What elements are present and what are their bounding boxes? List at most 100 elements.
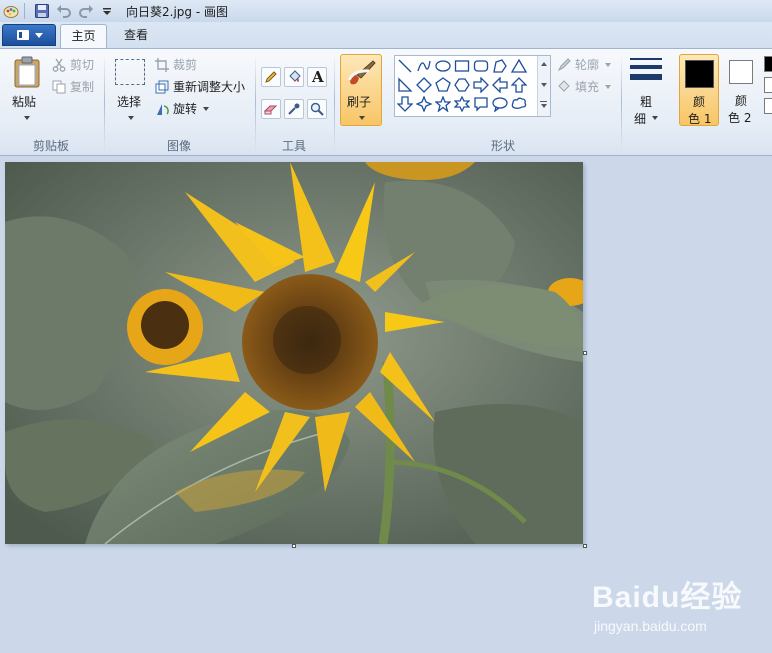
group-divider (255, 55, 256, 151)
tools-group-label: 工具 (282, 139, 307, 153)
select-marquee-icon[interactable] (115, 59, 145, 85)
copy-label: 复制 (70, 80, 95, 94)
undo-icon[interactable] (56, 3, 72, 19)
sunflower-image-canvas[interactable] (5, 162, 583, 544)
pentagon-shape-icon[interactable] (435, 77, 451, 93)
four-point-star-shape-icon[interactable] (416, 96, 432, 112)
outline-dropdown-icon (605, 63, 611, 67)
palette-swatch-white[interactable] (764, 77, 772, 93)
up-arrow-shape-icon[interactable] (511, 77, 527, 93)
crop-icon (155, 58, 169, 72)
rotate-dropdown-icon (203, 107, 209, 111)
group-divider (334, 55, 335, 151)
rotate-icon (157, 104, 169, 115)
color1-label-line1: 颜 (693, 95, 706, 109)
group-divider (104, 55, 105, 151)
pencil-button[interactable] (261, 67, 281, 87)
eraser-icon (264, 105, 278, 115)
cut-label: 剪切 (70, 58, 95, 72)
paste-icon[interactable] (13, 56, 41, 88)
right-arrow-shape-icon[interactable] (473, 77, 489, 93)
group-divider (621, 55, 622, 151)
five-point-star-shape-icon[interactable] (435, 96, 451, 112)
select-dropdown-icon[interactable] (128, 116, 134, 120)
brushes-label: 刷子 (347, 95, 372, 109)
line-width-icon (630, 58, 662, 80)
cloud-callout-shape-icon[interactable] (511, 96, 527, 112)
six-point-star-shape-icon[interactable] (454, 96, 470, 112)
color2-button[interactable]: 颜 色 2 (722, 54, 762, 126)
rectangle-shape-icon[interactable] (454, 58, 470, 74)
ribbon: 粘贴 剪切 复制 剪贴板 选择 裁剪 重新调整大小 旋转 图像 A 工具 刷子 … (0, 48, 772, 156)
fill-label: 填充 (575, 80, 600, 94)
resize-handle-corner[interactable] (583, 544, 587, 548)
baidu-watermark-logo: Baidu经验 (592, 581, 743, 614)
size-label-line2: 细 (634, 112, 647, 126)
color1-swatch (685, 60, 714, 88)
size-label-line1: 粗 (640, 95, 653, 109)
gallery-expand-icon[interactable] (541, 104, 547, 108)
brushes-button[interactable]: 刷子 (340, 54, 382, 126)
oval-shape-icon[interactable] (435, 58, 451, 74)
scissors-icon (52, 58, 66, 72)
fill-dropdown-icon (605, 85, 611, 89)
brushes-dropdown-icon (359, 116, 365, 120)
paint-app-icon[interactable] (3, 3, 19, 19)
color1-label-line2: 色 1 (688, 112, 712, 126)
triangle-shape-icon[interactable] (511, 58, 527, 74)
oval-callout-shape-icon[interactable] (492, 96, 508, 112)
chevron-down-icon (35, 33, 43, 38)
rounded-rectangle-shape-icon[interactable] (473, 58, 489, 74)
paste-button[interactable]: 粘贴 (12, 93, 36, 110)
diamond-shape-icon[interactable] (416, 77, 432, 93)
window-title: 向日葵2.jpg - 画图 (126, 5, 228, 19)
hexagon-shape-icon[interactable] (454, 77, 470, 93)
down-arrow-shape-icon[interactable] (397, 96, 413, 112)
fill-bucket-icon (558, 80, 570, 92)
shapes-gallery-scroller[interactable] (537, 56, 550, 116)
outline-brush-icon (557, 58, 571, 72)
save-icon[interactable] (34, 3, 50, 19)
color1-button[interactable]: 颜 色 1 (679, 54, 719, 126)
polygon-shape-icon[interactable] (492, 58, 508, 74)
shapes-gallery (394, 55, 551, 117)
scroll-up-icon[interactable] (541, 62, 547, 66)
redo-icon[interactable] (78, 3, 94, 19)
magnifier-icon (310, 102, 324, 116)
brush-icon (347, 60, 376, 85)
shapes-group-label: 形状 (491, 139, 516, 153)
text-button[interactable]: A (307, 67, 327, 87)
outline-label: 轮廓 (575, 58, 600, 72)
resize-icon (155, 80, 169, 94)
eyedropper-icon (288, 103, 300, 115)
paint-menu-button[interactable] (2, 24, 56, 46)
copy-icon (52, 80, 66, 94)
fill-button[interactable] (284, 67, 304, 87)
resize-handle-right[interactable] (583, 351, 587, 355)
right-triangle-shape-icon[interactable] (397, 77, 413, 93)
palette-swatch-black[interactable] (764, 56, 772, 72)
rounded-callout-shape-icon[interactable] (473, 96, 489, 112)
tab-home[interactable]: 主页 (60, 24, 107, 48)
scroll-down-icon[interactable] (541, 83, 547, 87)
paste-dropdown-icon[interactable] (24, 116, 30, 120)
rotate-label: 旋转 (173, 102, 198, 116)
select-button[interactable]: 选择 (117, 93, 141, 110)
customize-quick-access-icon[interactable] (99, 3, 115, 19)
curve-shape-icon[interactable] (416, 58, 432, 74)
color2-swatch (729, 60, 753, 84)
left-arrow-shape-icon[interactable] (492, 77, 508, 93)
size-dropdown-icon (652, 116, 658, 120)
image-group-label: 图像 (167, 139, 192, 153)
clipboard-group-label: 剪贴板 (33, 139, 70, 153)
resize-label: 重新调整大小 (173, 80, 246, 94)
color2-label-line1: 颜 (735, 94, 748, 108)
resize-handle-bottom[interactable] (292, 544, 296, 548)
magnifier-button[interactable] (307, 99, 327, 119)
color-picker-button[interactable] (284, 99, 304, 119)
line-shape-icon[interactable] (397, 58, 413, 74)
color2-label-line2: 色 2 (728, 111, 752, 125)
eraser-button[interactable] (261, 99, 281, 119)
palette-swatch-empty[interactable] (764, 98, 772, 114)
tab-view[interactable]: 查看 (112, 24, 160, 48)
